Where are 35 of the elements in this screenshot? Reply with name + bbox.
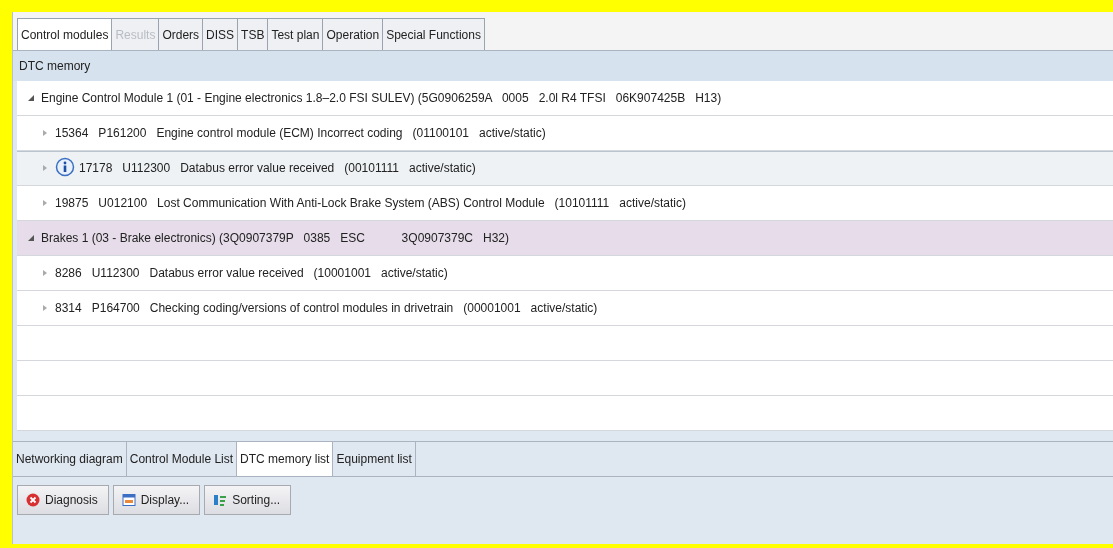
tab[interactable]: DISS bbox=[202, 18, 239, 50]
collapsed-icon[interactable] bbox=[41, 199, 49, 207]
fault-text: 19875 U012100 Lost Communication With Anti-Lock Brake System (ABS) Control Module (10101111 active/static) bbox=[55, 196, 686, 210]
collapsed-icon[interactable] bbox=[41, 269, 49, 277]
collapsed-icon[interactable] bbox=[41, 164, 49, 172]
collapsed-icon[interactable] bbox=[41, 304, 49, 312]
tab[interactable]: Operation bbox=[322, 18, 384, 50]
fault-text: 17178 U112300 Databus error value received (00101111 active/static) bbox=[79, 161, 476, 175]
window-icon bbox=[121, 493, 136, 507]
sorting-button[interactable]: Sorting... bbox=[204, 485, 292, 515]
expanded-icon[interactable] bbox=[27, 234, 35, 242]
tab[interactable]: Test plan bbox=[267, 18, 324, 50]
error-icon bbox=[26, 493, 40, 507]
collapsed-icon[interactable] bbox=[41, 129, 49, 137]
panel-title: DTC memory bbox=[19, 59, 91, 73]
expanded-icon[interactable] bbox=[27, 94, 35, 102]
fault-row[interactable]: 8314 P164700 Checking coding/versions of control modules in drivetrain (00001001 active/static) bbox=[17, 291, 1113, 326]
tab[interactable]: TSB bbox=[237, 18, 269, 50]
module-text: Brakes 1 (03 - Brake electronics) (3Q0907379P 0385 ESC 3Q0907379C H32) bbox=[41, 231, 510, 245]
fault-text: 8314 P164700 Checking coding/versions of control modules in drivetrain (00001001 active/static) bbox=[55, 301, 598, 315]
fault-row[interactable]: 17178 U112300 Databus error value received (00101111 active/static) bbox=[17, 151, 1113, 186]
view-tab[interactable]: DTC memory list bbox=[237, 442, 334, 476]
module-row[interactable]: Engine Control Module 1 (01 - Engine electronics 1.8–2.0 FSI SULEV) (5G0906259A 0005 2.0l R4 TFSI 06K907425B H13) bbox=[17, 81, 1113, 116]
display-button[interactable]: Display... bbox=[112, 485, 201, 515]
module-row[interactable]: Brakes 1 (03 - Brake electronics) (3Q0907379P 0385 ESC 3Q0907379C H32) bbox=[17, 221, 1113, 256]
module-text: Engine Control Module 1 (01 - Engine electronics 1.8–2.0 FSI SULEV) (5G0906259A 0005 2.0l R4 TFSI 06K907425B H13) bbox=[41, 91, 722, 105]
tab[interactable]: Special Functions bbox=[382, 18, 485, 50]
view-tab[interactable]: Networking diagram bbox=[13, 442, 127, 476]
sort-icon bbox=[213, 493, 228, 507]
fault-text: 15364 P161200 Engine control module (ECM) Incorrect coding (01100101 active/static) bbox=[55, 126, 546, 140]
fault-text: 8286 U112300 Databus error value received (10001001 active/static) bbox=[55, 266, 448, 280]
tab[interactable]: Control modules bbox=[17, 18, 113, 50]
tab[interactable]: Orders bbox=[158, 18, 204, 50]
fault-row[interactable]: 8286 U112300 Databus error value received (10001001 active/static) bbox=[17, 256, 1113, 291]
diagnosis-button[interactable]: Diagnosis bbox=[17, 485, 109, 515]
